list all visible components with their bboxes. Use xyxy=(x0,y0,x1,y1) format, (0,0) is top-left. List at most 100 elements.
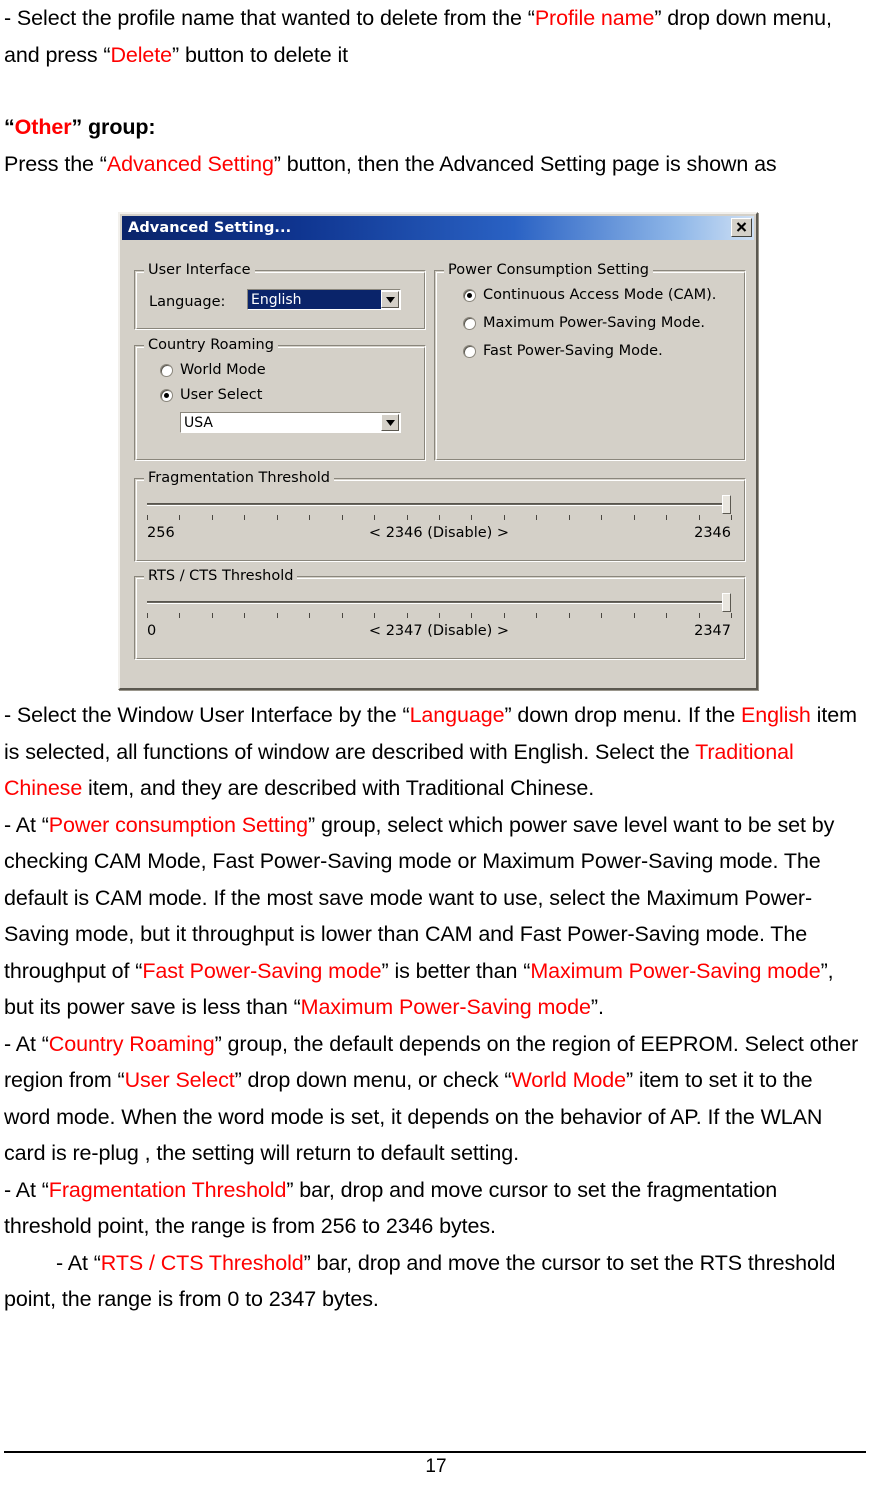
paragraph-rts-cts-threshold: - At “RTS / CTS Threshold” bar, drop and… xyxy=(4,1245,864,1318)
radio-user-select[interactable]: User Select xyxy=(160,387,262,403)
dialog-titlebar[interactable]: Advanced Setting... xyxy=(122,216,754,240)
slider-track[interactable] xyxy=(147,503,731,506)
slider-tick xyxy=(439,515,440,520)
text-run: - At “ xyxy=(4,1031,49,1056)
text-run: ” down drop menu. If the xyxy=(504,703,741,727)
group-user-interface-legend: User Interface xyxy=(144,262,255,278)
fragmentation-current-label: < 2346 (Disable) > xyxy=(368,525,510,541)
text-run: ” group, select which power save level w… xyxy=(4,812,835,983)
group-rts-cts-threshold: RTS / CTS Threshold 0 < 2347 (Disable) >… xyxy=(134,568,746,660)
highlighted-term: User Select xyxy=(124,1068,235,1092)
radio-icon xyxy=(160,363,173,377)
text-run: item, and they are described with Tradit… xyxy=(82,776,595,800)
paragraph-advanced-setting-intro: Press the “Advanced Setting” button, the… xyxy=(4,146,864,183)
slider-tick xyxy=(147,613,148,618)
slider-tick xyxy=(211,613,213,618)
radio-fast-power-saving-mode[interactable]: Fast Power-Saving Mode. xyxy=(463,343,663,359)
slider-tick xyxy=(211,515,213,520)
advanced-setting-dialog: Advanced Setting... User Interface Langu… xyxy=(118,212,758,690)
language-combobox[interactable]: English xyxy=(247,289,401,310)
text-run: ”. xyxy=(590,995,604,1019)
region-combobox-value: USA xyxy=(184,414,213,431)
region-combobox[interactable]: USA xyxy=(180,412,401,433)
paragraph-profile-delete: - Select the profile name that wanted to… xyxy=(4,0,864,73)
group-country-roaming-legend: Country Roaming xyxy=(144,337,278,353)
radio-maximum-power-saving-mode-label: Maximum Power-Saving Mode. xyxy=(483,315,706,331)
slider-tick xyxy=(503,613,505,618)
rts-cts-max-label: 2347 xyxy=(694,623,731,639)
radio-icon xyxy=(463,288,476,302)
radio-world-mode[interactable]: World Mode xyxy=(160,362,266,378)
slider-tick xyxy=(568,515,570,520)
highlighted-term: World Mode xyxy=(511,1068,626,1092)
slider-tick xyxy=(633,613,635,618)
highlighted-term: Language xyxy=(409,703,505,727)
highlighted-term: Profile name xyxy=(534,6,655,30)
group-rts-cts-threshold-legend: RTS / CTS Threshold xyxy=(144,568,298,584)
slider-tick xyxy=(147,515,148,520)
close-icon[interactable] xyxy=(731,218,752,237)
slider-ticks xyxy=(147,515,732,521)
rts-cts-slider[interactable] xyxy=(147,593,732,619)
highlighted-term: Fragmentation Threshold xyxy=(48,1177,287,1202)
radio-fast-power-saving-mode-label: Fast Power-Saving Mode. xyxy=(483,343,663,359)
slider-tick xyxy=(731,613,732,618)
slider-tick xyxy=(503,515,505,520)
text-run: - Select the Window User Interface by th… xyxy=(4,703,410,727)
slider-tick xyxy=(731,515,732,520)
slider-tick xyxy=(244,515,246,520)
highlighted-term: Fast Power-Saving mode xyxy=(142,958,382,983)
page-number: 17 xyxy=(425,1456,447,1477)
group-fragmentation-threshold: Fragmentation Threshold 256 < 2346 (Disa… xyxy=(134,470,746,562)
document-text-bottom: - Select the Window User Interface by th… xyxy=(0,697,872,1318)
slider-tick xyxy=(406,613,408,618)
highlighted-term: Other xyxy=(14,115,72,139)
highlighted-term: Maximum Power-Saving mode xyxy=(300,995,591,1019)
document-page: - Select the profile name that wanted to… xyxy=(0,0,872,1487)
text-run: ” group: xyxy=(71,115,156,139)
text-run: - At “ xyxy=(4,812,49,837)
highlighted-term: Power consumption Setting xyxy=(48,812,309,837)
radio-maximum-power-saving-mode[interactable]: Maximum Power-Saving Mode. xyxy=(463,315,705,331)
slider-tick xyxy=(471,515,473,520)
paragraph-language-selection: - Select the Window User Interface by th… xyxy=(4,697,864,807)
paragraph-country-roaming: - At “Country Roaming” group, the defaul… xyxy=(4,1026,864,1172)
slider-tick xyxy=(374,515,376,520)
slider-thumb[interactable] xyxy=(722,593,731,612)
slider-tick xyxy=(179,613,181,618)
fragmentation-labels: 256 < 2346 (Disable) > 2346 xyxy=(147,525,731,545)
slider-tick xyxy=(601,613,603,618)
group-power-consumption-legend: Power Consumption Setting xyxy=(444,262,654,278)
group-fragmentation-threshold-legend: Fragmentation Threshold xyxy=(144,470,334,486)
slider-tick xyxy=(536,613,538,618)
dialog-title: Advanced Setting... xyxy=(128,220,292,236)
highlighted-term: Maximum Power-Saving mode xyxy=(530,958,821,983)
slider-tick xyxy=(341,515,343,520)
slider-tick xyxy=(341,613,343,618)
paragraph-other-group-heading: “Other” group: xyxy=(4,109,864,146)
highlighted-term: RTS / CTS Threshold xyxy=(100,1250,304,1275)
fragmentation-slider[interactable] xyxy=(147,495,732,521)
slider-tick xyxy=(374,613,376,618)
text-run: ” is better than “ xyxy=(381,958,531,983)
fragmentation-max-label: 2346 xyxy=(694,525,731,541)
rts-cts-min-label: 0 xyxy=(147,623,157,639)
chevron-down-icon[interactable] xyxy=(381,291,399,308)
slider-tick xyxy=(536,515,538,520)
group-country-roaming: Country Roaming World Mode User Select U… xyxy=(134,337,426,461)
slider-tick xyxy=(666,515,668,520)
slider-track[interactable] xyxy=(147,601,731,604)
group-power-consumption: Power Consumption Setting Continuous Acc… xyxy=(434,262,746,461)
slider-tick xyxy=(698,515,700,520)
text-run: ” drop down menu, or check “ xyxy=(234,1068,512,1092)
slider-tick xyxy=(179,515,181,520)
text-run: “ xyxy=(4,115,15,139)
slider-tick xyxy=(666,613,668,618)
chevron-down-icon[interactable] xyxy=(381,414,399,431)
slider-thumb[interactable] xyxy=(722,495,731,514)
text-run: ” button to delete it xyxy=(172,42,349,67)
dialog-body: User Interface Language: English Country… xyxy=(120,240,756,688)
highlighted-term: Advanced Setting xyxy=(106,151,274,176)
radio-continuous-access-mode[interactable]: Continuous Access Mode (CAM). xyxy=(463,287,716,303)
